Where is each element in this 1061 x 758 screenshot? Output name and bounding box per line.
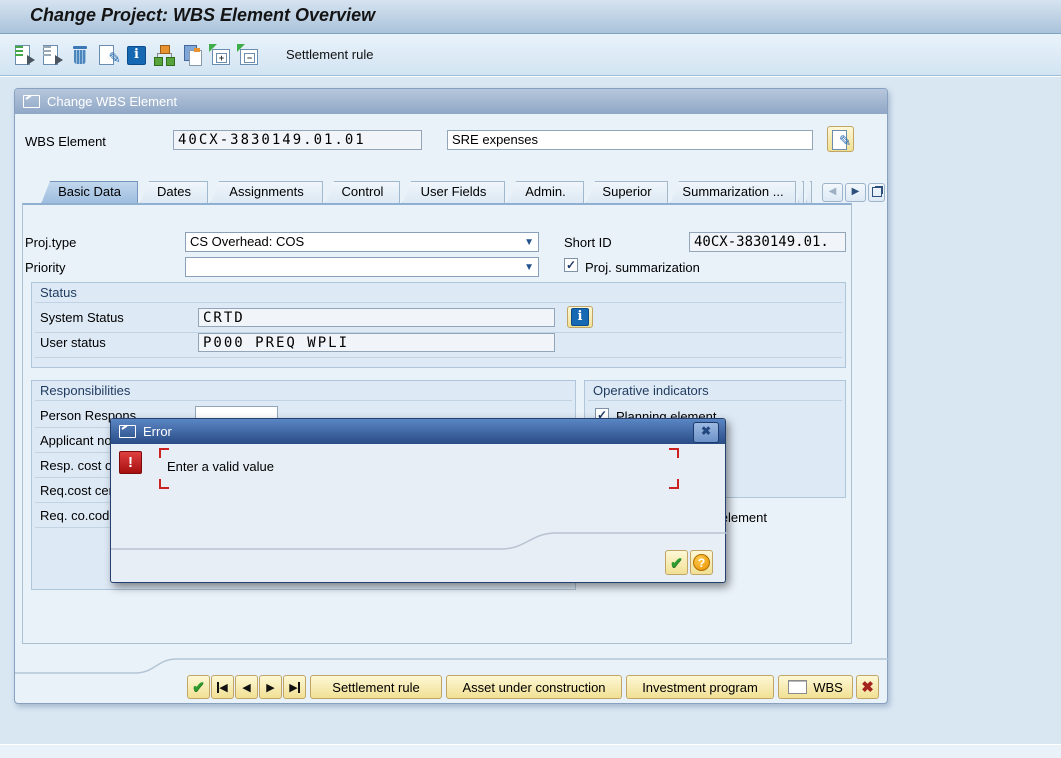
change-wbs-element-panel: Change WBS Element WBS Element 40CX-3830…: [14, 88, 888, 704]
status-bar-area: [0, 744, 1061, 758]
short-id-label: Short ID: [564, 235, 612, 250]
proj-summarization-label: Proj. summarization: [585, 260, 700, 275]
req-co-code-label: Req. co.code: [40, 508, 117, 523]
tab-user-fields[interactable]: User Fields: [402, 181, 505, 204]
tab-dates[interactable]: Dates: [140, 181, 208, 204]
short-id-field[interactable]: 40CX-3830149.01.: [689, 232, 846, 252]
dialog-footer-separator: [111, 527, 727, 551]
tab-list-button[interactable]: [868, 183, 885, 202]
proj-type-label: Proj.type: [25, 235, 76, 250]
proj-summarization-checkbox[interactable]: ✓: [564, 258, 578, 272]
tab-superior[interactable]: Superior: [586, 181, 668, 204]
footer-separator: [15, 655, 889, 677]
tab-strip: Basic Data Dates Assignments Control Use…: [41, 181, 814, 204]
checkbox-icon: [788, 680, 807, 694]
applicant-no-label: Applicant no.: [40, 433, 115, 448]
tab-control[interactable]: Control: [325, 181, 400, 204]
info-icon[interactable]: i: [124, 43, 148, 67]
expand-icon[interactable]: +: [208, 43, 232, 67]
dialog-help-button[interactable]: ?: [690, 550, 713, 575]
settlement-rule-button[interactable]: Settlement rule: [310, 675, 442, 699]
tab-summarization[interactable]: Summarization ...: [670, 181, 796, 204]
edit-wbs-button[interactable]: ✎: [827, 126, 854, 152]
system-status-label: System Status: [40, 310, 124, 325]
proj-type-dropdown[interactable]: CS Overhead: COS▼: [185, 232, 539, 252]
priority-dropdown[interactable]: ▼: [185, 257, 539, 277]
first-wbs-button[interactable]: ◀: [211, 675, 234, 699]
next-wbs-button[interactable]: ▶: [259, 675, 282, 699]
tab-edge: [798, 181, 804, 204]
error-message: Enter a valid value: [167, 459, 274, 474]
previous-wbs-button[interactable]: ◀: [235, 675, 258, 699]
wbs-button[interactable]: WBS: [778, 675, 853, 699]
investment-program-button[interactable]: Investment program: [626, 675, 774, 699]
error-dialog-titlebar: Error: [111, 419, 725, 444]
error-dialog: Error ✖ ! Enter a valid value ✔ ?: [110, 418, 726, 583]
tab-scroll-left-button[interactable]: ◀: [822, 183, 843, 202]
dialog-icon: [23, 95, 40, 108]
asset-under-construction-button[interactable]: Asset under construction: [446, 675, 622, 699]
responsibilities-group-title: Responsibilities: [40, 383, 130, 398]
edit-icon[interactable]: ✎: [96, 43, 120, 67]
user-status-label: User status: [40, 335, 106, 350]
chevron-down-icon: ▼: [524, 262, 534, 273]
copy-icon[interactable]: [180, 43, 204, 67]
operative-indicators-title: Operative indicators: [593, 383, 709, 398]
error-dialog-title: Error: [143, 424, 172, 439]
settlement-rule-toolbar-label[interactable]: Settlement rule: [286, 47, 373, 62]
dialog-confirm-button[interactable]: ✔: [665, 550, 688, 575]
status-info-button[interactable]: i: [567, 306, 593, 328]
delete-icon[interactable]: [68, 43, 92, 67]
chevron-down-icon: ▼: [524, 237, 534, 248]
confirm-button[interactable]: ✔: [187, 675, 210, 699]
cancel-button[interactable]: ✖: [856, 675, 879, 699]
tab-assignments[interactable]: Assignments: [210, 181, 323, 204]
edit-icon: ✎: [831, 128, 851, 150]
help-icon: ?: [693, 554, 710, 571]
tab-edge: [806, 181, 812, 204]
wbs-description-field[interactable]: SRE expenses: [447, 130, 813, 150]
window-titlebar: Change Project: WBS Element Overview: [0, 0, 1061, 34]
hierarchy-icon[interactable]: [152, 43, 176, 67]
status-group: Status System Status CRTD i User status …: [31, 282, 846, 368]
collapse-icon[interactable]: −: [236, 43, 260, 67]
priority-label: Priority: [25, 260, 65, 275]
select-overview-icon[interactable]: [40, 43, 64, 67]
info-icon: i: [571, 308, 589, 326]
close-icon[interactable]: ✖: [693, 422, 719, 443]
tab-admin[interactable]: Admin.: [507, 181, 584, 204]
tab-basic-data[interactable]: Basic Data: [41, 181, 138, 204]
choose-detail-icon[interactable]: [12, 43, 36, 67]
wbs-element-value-field[interactable]: 40CX-3830149.01.01: [173, 130, 422, 150]
user-status-field[interactable]: P000 PREQ WPLI: [198, 333, 555, 352]
window-title: Change Project: WBS Element Overview: [30, 5, 375, 26]
system-status-field[interactable]: CRTD: [198, 308, 555, 327]
error-icon: !: [119, 451, 142, 474]
tab-scroll-right-button[interactable]: ▶: [845, 183, 866, 202]
panel-title: Change WBS Element: [47, 94, 177, 109]
dialog-icon: [119, 425, 136, 438]
wbs-element-label: WBS Element: [25, 134, 106, 149]
panel-header: Change WBS Element: [15, 89, 887, 114]
application-toolbar: ✎ i + − Settlement rule: [0, 34, 1061, 76]
status-group-title: Status: [40, 285, 77, 300]
last-wbs-button[interactable]: ▶: [283, 675, 306, 699]
